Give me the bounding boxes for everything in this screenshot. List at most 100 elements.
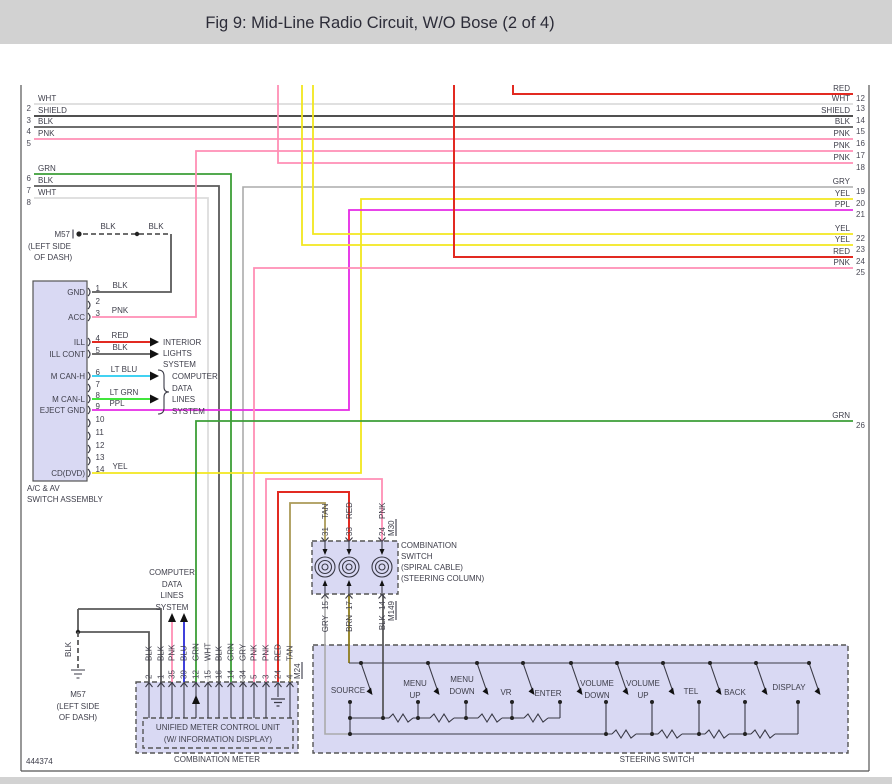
- svg-text:15: 15: [321, 600, 330, 609]
- svg-text:BRN: BRN: [345, 615, 354, 632]
- svg-text:16: 16: [856, 139, 865, 148]
- svg-text:5: 5: [250, 674, 259, 679]
- svg-text:DOWN: DOWN: [449, 687, 475, 696]
- svg-text:(LEFT SIDE: (LEFT SIDE: [57, 702, 100, 711]
- svg-text:SHIELD: SHIELD: [821, 106, 850, 115]
- svg-text:14: 14: [96, 465, 105, 474]
- svg-text:VOLUME: VOLUME: [626, 679, 660, 688]
- svg-text:COMPUTER: COMPUTER: [172, 372, 218, 381]
- svg-text:6: 6: [27, 174, 32, 183]
- page-title: Fig 9: Mid-Line Radio Circuit, W/O Bose …: [205, 14, 554, 32]
- svg-text:BACK: BACK: [724, 688, 746, 697]
- svg-text:OF DASH): OF DASH): [59, 713, 98, 722]
- svg-text:CD(DVD): CD(DVD): [51, 469, 85, 478]
- svg-text:YEL: YEL: [835, 235, 851, 244]
- svg-text:RED: RED: [274, 644, 283, 661]
- svg-text:GND: GND: [67, 288, 85, 297]
- svg-text:1: 1: [96, 284, 101, 293]
- svg-text:M30: M30: [387, 520, 396, 536]
- svg-text:M24: M24: [293, 663, 302, 679]
- svg-text:LT GRN: LT GRN: [110, 388, 139, 397]
- svg-text:PNK: PNK: [834, 258, 851, 267]
- svg-text:YEL: YEL: [112, 462, 128, 471]
- svg-text:GRY: GRY: [833, 177, 851, 186]
- svg-text:4: 4: [96, 334, 101, 343]
- svg-text:M57: M57: [70, 690, 86, 699]
- svg-text:MENU: MENU: [450, 675, 474, 684]
- svg-text:LINES: LINES: [172, 395, 195, 404]
- svg-text:TAN: TAN: [286, 645, 295, 661]
- arrow-right-icon: [150, 394, 159, 404]
- svg-text:WHT: WHT: [832, 94, 850, 103]
- svg-text:11: 11: [96, 428, 105, 437]
- wire-12-red: [512, 85, 853, 95]
- svg-text:OF DASH): OF DASH): [34, 253, 73, 262]
- wire-26-grn: [195, 420, 853, 682]
- svg-text:UP: UP: [637, 691, 648, 700]
- svg-text:DATA: DATA: [172, 384, 193, 393]
- left-wire-labels: WHT 2 SHIELD 3 BLK 4 PNK 5 GRN 6 BLK 7 WHT 8: [27, 94, 68, 207]
- m57-top-labels: M57 (LEFT SIDE OF DASH) BLK BLK: [28, 222, 164, 262]
- svg-text:33: 33: [345, 527, 354, 536]
- arrow-right-icon: [150, 371, 159, 381]
- svg-text:1: 1: [157, 674, 166, 679]
- svg-text:2: 2: [145, 674, 154, 679]
- svg-text:BLK: BLK: [64, 641, 73, 657]
- svg-text:2: 2: [96, 297, 101, 306]
- arrow-right-icon: [150, 337, 159, 347]
- svg-text:12: 12: [856, 94, 865, 103]
- svg-text:GRN: GRN: [38, 164, 56, 173]
- svg-text:19: 19: [856, 187, 865, 196]
- svg-text:ENTER: ENTER: [534, 689, 561, 698]
- wire-24-red: [453, 85, 853, 258]
- svg-text:8: 8: [27, 198, 32, 207]
- svg-text:7: 7: [27, 186, 32, 195]
- svg-text:TAN: TAN: [321, 503, 330, 519]
- svg-text:EJECT GND: EJECT GND: [40, 406, 85, 415]
- svg-text:PNK: PNK: [250, 644, 259, 661]
- svg-text:3: 3: [27, 116, 32, 125]
- m57-top-connector-icon: [76, 231, 82, 237]
- svg-text:SOURCE: SOURCE: [331, 686, 365, 695]
- svg-text:BLK: BLK: [835, 117, 851, 126]
- svg-text:WHT: WHT: [38, 188, 56, 197]
- svg-text:LT BLU: LT BLU: [111, 365, 138, 374]
- svg-text:PNK: PNK: [168, 644, 177, 661]
- svg-text:PNK: PNK: [378, 502, 387, 519]
- svg-text:34: 34: [239, 670, 248, 679]
- wire-25-pnk: [253, 267, 853, 682]
- svg-text:23: 23: [856, 245, 865, 254]
- svg-text:UNIFIED METER CONTROL UNIT: UNIFIED METER CONTROL UNIT: [156, 723, 280, 732]
- svg-text:PNK: PNK: [112, 306, 129, 315]
- svg-text:UP: UP: [409, 691, 420, 700]
- svg-text:PPL: PPL: [835, 200, 851, 209]
- svg-text:LIGHTS: LIGHTS: [163, 349, 192, 358]
- svg-text:MENU: MENU: [403, 679, 427, 688]
- svg-text:YEL: YEL: [835, 224, 851, 233]
- svg-text:VOLUME: VOLUME: [580, 679, 614, 688]
- svg-text:14: 14: [227, 670, 236, 679]
- svg-text:(SPIRAL CABLE): (SPIRAL CABLE): [401, 563, 463, 572]
- pin-braces: [87, 287, 91, 478]
- m57-bottom-labels: BLK M57 (LEFT SIDE OF DASH): [57, 641, 100, 722]
- svg-text:LINES: LINES: [160, 591, 183, 600]
- av-gnd-blk-wire: [92, 234, 172, 293]
- svg-text:M CAN-L: M CAN-L: [52, 395, 85, 404]
- svg-text:A/C & AV: A/C & AV: [27, 484, 60, 493]
- svg-text:PNK: PNK: [262, 644, 271, 661]
- svg-text:26: 26: [856, 421, 865, 430]
- svg-text:RED: RED: [112, 331, 129, 340]
- svg-text:16: 16: [215, 670, 224, 679]
- svg-text:3: 3: [96, 309, 101, 318]
- svg-text:15: 15: [856, 127, 865, 136]
- av-switch-wires: [72, 229, 172, 415]
- svg-text:PNK: PNK: [834, 129, 851, 138]
- svg-text:24: 24: [856, 257, 865, 266]
- svg-text:M57: M57: [54, 230, 70, 239]
- brace-icon: [157, 369, 170, 415]
- svg-text:WHT: WHT: [204, 643, 213, 661]
- av-switch-box: [32, 280, 88, 482]
- svg-text:ACC: ACC: [68, 313, 85, 322]
- svg-text:17: 17: [345, 600, 354, 609]
- svg-text:INTERIOR: INTERIOR: [163, 338, 201, 347]
